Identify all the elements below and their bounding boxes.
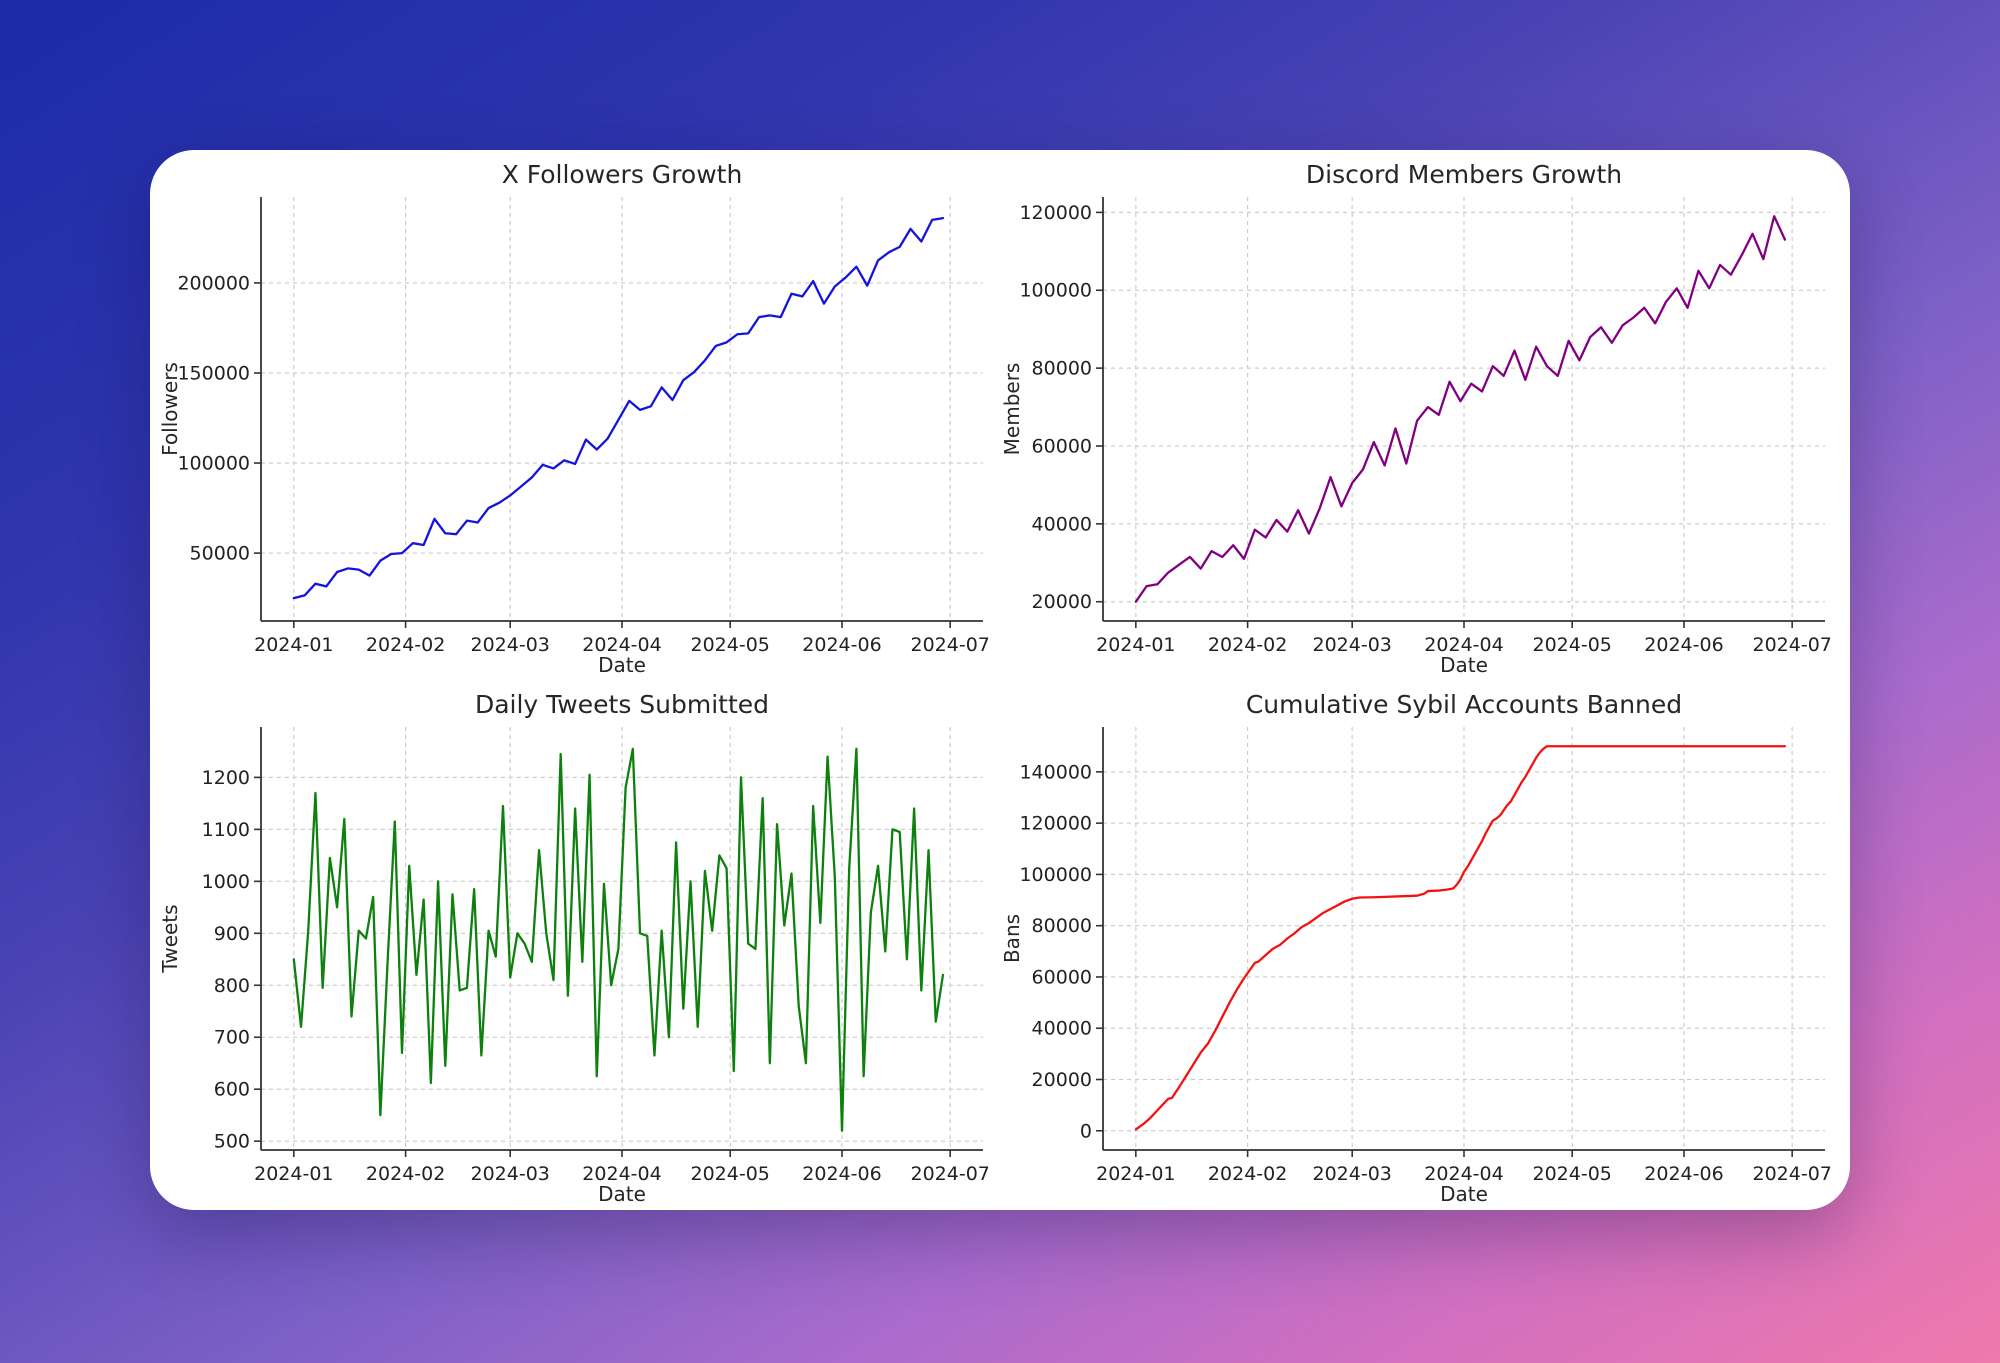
x-axis-label-date: Date [261, 653, 983, 677]
chart-title-daily-tweets: Daily Tweets Submitted [261, 690, 983, 719]
x-axis-label-date: Date [1103, 1182, 1825, 1206]
chart-panel-daily-tweets: Daily Tweets Submitted Date [150, 680, 1000, 1210]
x-axis-label-date: Date [1103, 653, 1825, 677]
x-followers-growth-chart [150, 150, 1000, 680]
chart-title-discord-members: Discord Members Growth [1103, 160, 1825, 189]
chart-panel-x-followers: X Followers Growth Date [150, 150, 1000, 680]
discord-members-growth-chart [1000, 150, 1850, 680]
chart-title-sybil-bans: Cumulative Sybil Accounts Banned [1103, 690, 1825, 719]
chart-panel-discord-members: Discord Members Growth Date [1000, 150, 1850, 680]
chart-panel-sybil-bans: Cumulative Sybil Accounts Banned Date [1000, 680, 1850, 1210]
daily-tweets-chart [150, 680, 1000, 1210]
chart-title-x-followers: X Followers Growth [261, 160, 983, 189]
dashboard-card: X Followers Growth Date Discord Members … [150, 150, 1850, 1210]
sybil-accounts-banned-chart [1000, 680, 1850, 1210]
x-axis-label-date: Date [261, 1182, 983, 1206]
